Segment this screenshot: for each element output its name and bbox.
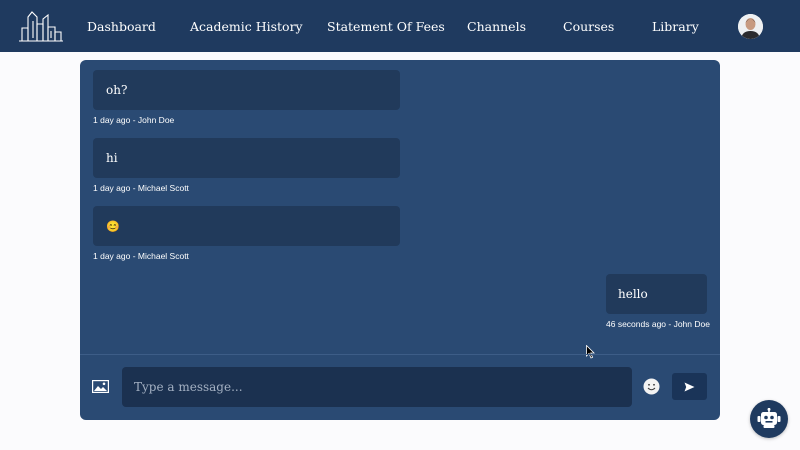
send-icon (684, 382, 695, 391)
nav-academic-history[interactable]: Academic History (190, 0, 303, 52)
message-bubble: hi (93, 138, 400, 178)
message-input[interactable] (122, 367, 632, 407)
message-bubble-own: hello (606, 274, 707, 314)
message-bubble: 😊 (93, 206, 400, 246)
message-meta: 46 seconds ago - John Doe (606, 319, 710, 329)
nav-dashboard[interactable]: Dashboard (87, 0, 156, 52)
message-meta: 1 day ago - John Doe (93, 115, 175, 125)
user-photo (738, 14, 763, 39)
mouse-pointer-icon (586, 345, 595, 359)
message-meta: 1 day ago - Michael Scott (93, 183, 189, 193)
smiley-icon[interactable] (643, 378, 660, 395)
chatbot-button[interactable] (750, 400, 788, 438)
message-text: hello (618, 287, 648, 301)
send-button[interactable] (672, 373, 707, 400)
nav-courses[interactable]: Courses (563, 0, 614, 52)
message-text: hi (106, 151, 118, 165)
nav-channels[interactable]: Channels (467, 0, 526, 52)
logo-icon[interactable] (18, 10, 64, 43)
robot-icon (757, 408, 781, 428)
message-text: 😊 (106, 219, 120, 233)
nav-library[interactable]: Library (652, 0, 699, 52)
message-text: oh? (106, 83, 128, 97)
image-icon[interactable] (92, 380, 109, 393)
composer-divider (80, 354, 720, 355)
user-avatar[interactable] (738, 14, 763, 39)
top-navbar: Dashboard Academic History Statement Of … (0, 0, 800, 52)
message-bubble: oh? (93, 70, 400, 110)
nav-statement-of-fees[interactable]: Statement Of Fees (327, 0, 445, 52)
chat-panel: oh? 1 day ago - John Doe hi 1 day ago - … (80, 60, 720, 420)
message-meta: 1 day ago - Michael Scott (93, 251, 189, 261)
